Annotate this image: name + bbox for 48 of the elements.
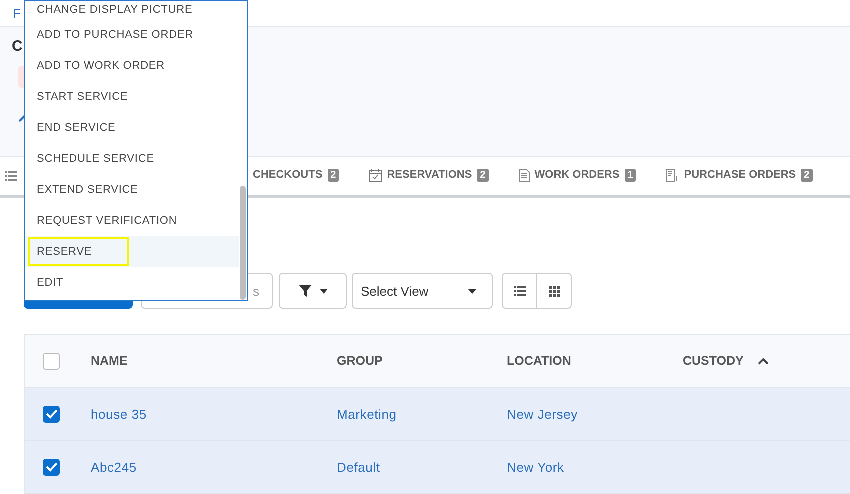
count-badge: 2	[477, 168, 489, 182]
menu-item[interactable]: ADD TO WORK ORDER	[25, 50, 239, 81]
table-cell-link[interactable]: New York	[507, 460, 564, 474]
menu-item[interactable]: EDIT	[25, 267, 239, 298]
menu-item[interactable]: RESERVE	[25, 236, 239, 267]
menu-item[interactable]: CHANGE DISPLAY PICTURE	[25, 1, 239, 19]
filter-button[interactable]	[279, 273, 347, 309]
count-badge: 2	[801, 168, 813, 182]
table-cell-link[interactable]: Marketing	[337, 406, 397, 422]
invoice-icon	[666, 168, 680, 182]
caret-icon	[320, 288, 328, 294]
tab[interactable]: PURCHASE ORDERS 2	[666, 164, 813, 188]
menu-item[interactable]: START SERVICE	[25, 81, 239, 112]
table-cell-link[interactable]: New Jersey	[507, 406, 578, 422]
calendar-icon	[369, 168, 382, 182]
column-header[interactable]: CUSTODY	[683, 354, 744, 368]
list-view-button[interactable]	[502, 273, 537, 309]
menu-item[interactable]: END SERVICE	[25, 112, 239, 143]
row-checkbox[interactable]	[43, 406, 60, 422]
table-cell-link[interactable]: house 35	[91, 406, 147, 422]
view-select[interactable]: Select View	[352, 273, 493, 309]
grid-icon	[548, 286, 560, 296]
select-all-checkbox[interactable]	[43, 352, 60, 370]
list-icon	[514, 286, 526, 296]
column-header[interactable]: LOCATION	[507, 354, 572, 368]
table-cell-link[interactable]: Default	[337, 460, 380, 474]
document-icon	[518, 168, 530, 182]
row-checkbox[interactable]	[43, 458, 60, 476]
column-header[interactable]: NAME	[91, 354, 128, 368]
menu-item[interactable]: SCHEDULE SERVICE	[25, 143, 239, 174]
count-badge: 1	[624, 168, 636, 182]
column-header[interactable]: GROUP	[337, 354, 383, 368]
filter-icon	[298, 285, 312, 297]
sort-caret-icon[interactable]	[758, 358, 769, 364]
tab[interactable]: CHECKOUTS 2	[253, 164, 340, 188]
menu-item[interactable]: ADD TO PURCHASE ORDER	[25, 19, 239, 50]
tab[interactable]: RESERVATIONS 2	[369, 164, 489, 188]
breadcrumb-link[interactable]: F	[13, 6, 21, 20]
list-icon[interactable]	[5, 171, 17, 181]
menu-item[interactable]: REQUEST VERIFICATION	[25, 205, 239, 236]
table-cell-link[interactable]: Abc245	[91, 460, 137, 474]
scrollbar-thumb[interactable]	[240, 186, 246, 300]
count-badge: 2	[328, 168, 340, 182]
grid-view-button[interactable]	[537, 273, 572, 309]
menu-item[interactable]: EXTEND SERVICE	[25, 174, 239, 205]
tab[interactable]: WORK ORDERS 1	[518, 164, 636, 188]
caret-icon	[468, 288, 477, 294]
page-title: C	[12, 38, 23, 57]
